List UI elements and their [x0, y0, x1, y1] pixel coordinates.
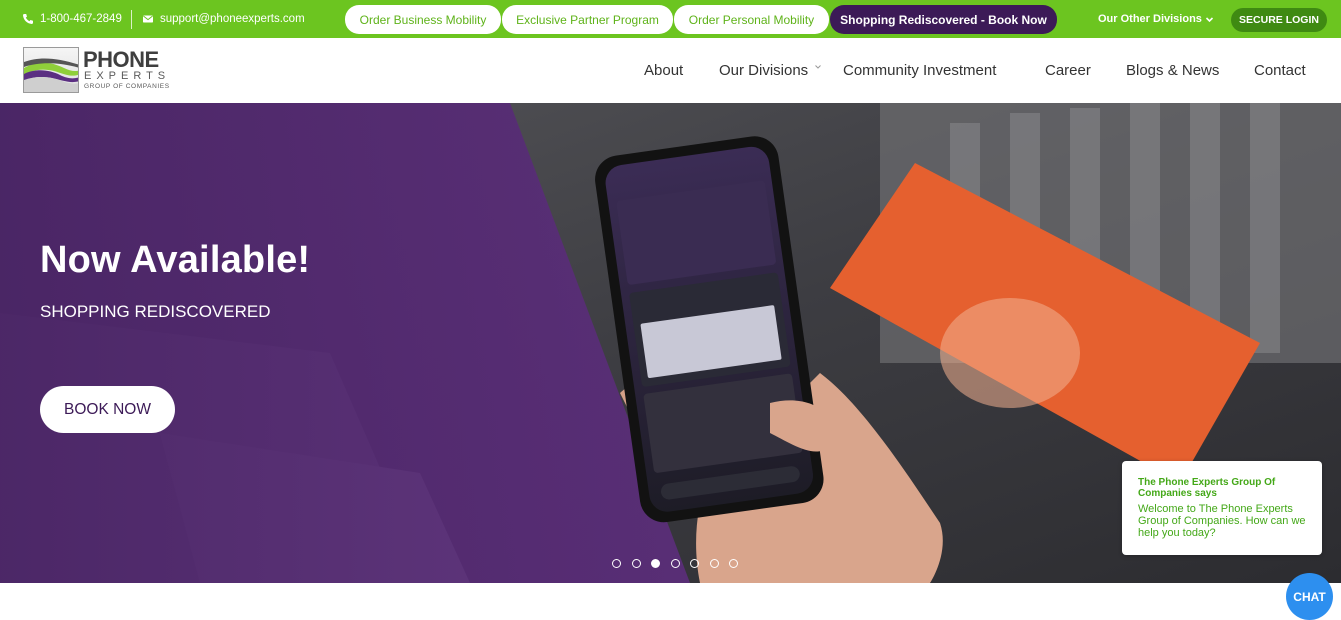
nav-our-divisions-label: Our Divisions [719, 62, 809, 79]
contact-divider [131, 10, 132, 29]
phone-link[interactable]: 1-800-467-2849 [22, 0, 122, 38]
slider-dot[interactable] [729, 559, 738, 568]
slider-pagination [612, 559, 749, 568]
other-divisions-dropdown[interactable]: Our Other Divisions [1098, 0, 1214, 38]
chevron-down-icon [814, 63, 822, 71]
nav-career[interactable]: Career [1045, 38, 1091, 103]
top-bar: 1-800-467-2849 support@phoneexperts.com … [0, 0, 1341, 38]
nav-our-divisions[interactable]: Our Divisions [719, 38, 822, 103]
book-now-button[interactable]: BOOK NOW [40, 386, 175, 433]
envelope-icon [142, 13, 154, 25]
phone-number: 1-800-467-2849 [40, 13, 122, 25]
logo-emblem-icon [23, 47, 79, 93]
chat-button[interactable]: CHAT [1286, 573, 1333, 620]
hero-subtitle: SHOPPING REDISCOVERED [40, 302, 271, 321]
logo-text-phone: PHONE [83, 47, 159, 72]
nav-blogs-news[interactable]: Blogs & News [1126, 38, 1219, 103]
nav-contact[interactable]: Contact [1254, 38, 1306, 103]
logo-text-group: GROUP OF COMPANIES [84, 83, 170, 90]
slider-dot[interactable] [670, 559, 680, 568]
email-address: support@phoneexperts.com [160, 13, 305, 25]
order-personal-mobility-button[interactable]: Order Personal Mobility [674, 5, 829, 34]
chat-greeting-popup[interactable]: The Phone Experts Group Of Companies say… [1122, 461, 1322, 555]
logo-text-experts: EXPERTS [84, 70, 171, 82]
slider-dot[interactable] [690, 559, 699, 568]
slider-dot[interactable] [612, 559, 621, 568]
chevron-down-icon [1205, 15, 1214, 24]
chat-sender-name: The Phone Experts Group Of Companies say… [1138, 477, 1276, 499]
email-link[interactable]: support@phoneexperts.com [142, 0, 305, 38]
slider-dot-active[interactable] [651, 559, 660, 568]
shopping-rediscovered-book-now-button[interactable]: Shopping Rediscovered - Book Now [830, 5, 1057, 34]
slider-dot[interactable] [709, 559, 719, 568]
exclusive-partner-program-button[interactable]: Exclusive Partner Program [502, 5, 673, 34]
chat-welcome-message: Welcome to The Phone Experts Group of Co… [1138, 503, 1306, 539]
nav-community-investment[interactable]: Community Investment [843, 38, 996, 103]
secure-login-button[interactable]: SECURE LOGIN [1231, 8, 1327, 32]
order-business-mobility-button[interactable]: Order Business Mobility [345, 5, 501, 34]
slider-dot[interactable] [631, 559, 641, 568]
other-divisions-label: Our Other Divisions [1098, 13, 1202, 25]
site-header: PHONE EXPERTS GROUP OF COMPANIES About O… [0, 38, 1341, 103]
phone-icon [22, 13, 34, 25]
nav-about[interactable]: About [644, 38, 683, 103]
company-logo[interactable]: PHONE EXPERTS GROUP OF COMPANIES [23, 47, 193, 93]
hero-title: Now Available! [40, 239, 311, 281]
